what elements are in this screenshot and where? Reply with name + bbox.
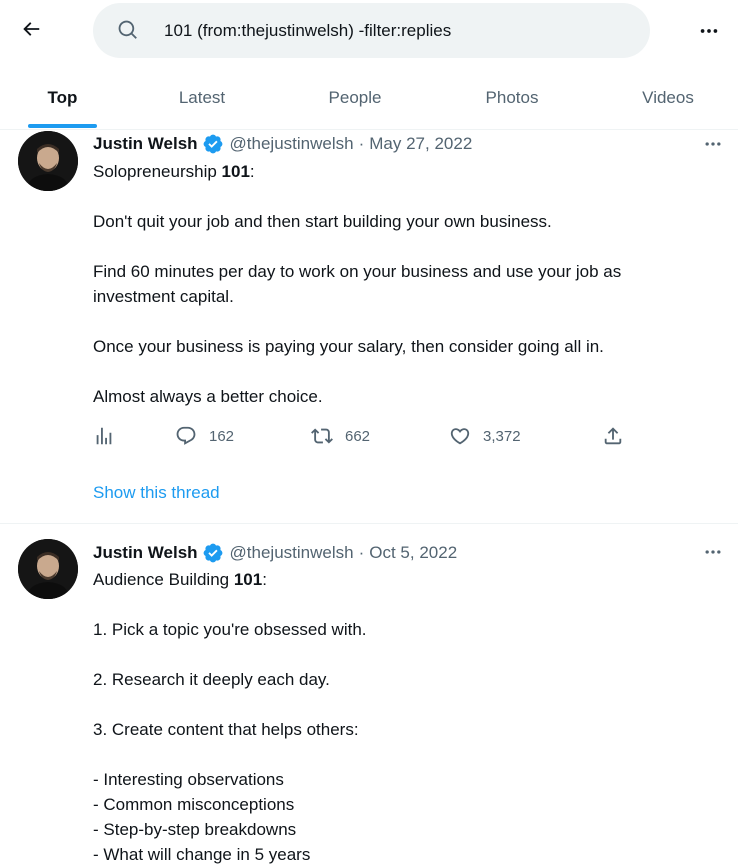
tweet-date[interactable]: May 27, 2022 [369,134,472,154]
bar-chart-icon [96,427,112,445]
tweet-header: Justin Welsh @thejustinwelsh · May 27, 2… [93,132,472,156]
tweet-paragraph: Don't quit your job and then start build… [93,212,552,231]
separator: · [358,134,365,153]
more-options-button[interactable] [692,14,726,48]
tweet-paragraph: 3. Create content that helps others: [93,720,359,739]
list-item: - What will change in 5 years [93,845,311,864]
author-handle[interactable]: @thejustinwelsh [230,134,354,154]
author-name[interactable]: Justin Welsh [93,134,198,154]
title-bold: 101 [233,570,263,589]
paragraph-line: Find 60 minutes per day to work on your … [93,262,622,281]
share-button[interactable] [602,423,624,449]
paragraph-line: investment capital. [93,287,234,306]
reply-count: 162 [209,427,235,445]
avatar-photo [18,131,78,191]
tab-label: Top [47,88,78,107]
tweet-paragraph: Almost always a better choice. [93,387,323,406]
reply-button[interactable]: 162 [175,423,234,449]
title-suffix: : [249,162,255,181]
avatar[interactable] [18,539,78,599]
title-bold: 101 [221,162,250,181]
title-text: Audience Building [93,570,234,589]
tab-latest[interactable]: Latest [152,62,252,130]
search-icon [118,20,137,39]
more-horizontal-icon [705,142,721,146]
more-horizontal-icon [700,29,718,33]
views-button[interactable] [93,423,115,449]
tab-label: Videos [642,88,694,107]
tab-label: Latest [178,88,226,107]
list-item: - Interesting observations [93,770,284,789]
separator: · [358,543,365,562]
tweet-text: Solopreneurship 101: Don't quit your job… [93,159,703,409]
avatar-photo [18,539,78,599]
tweet-paragraph: Find 60 minutes per day to work on your … [93,259,703,309]
tweet-header: Justin Welsh @thejustinwelsh · Oct 5, 20… [93,541,457,565]
tweet-list: - Interesting observations - Common misc… [93,767,703,865]
tweet-more-button[interactable] [698,542,728,562]
author-name[interactable]: Justin Welsh [93,543,198,563]
retweet-button[interactable]: 662 [311,423,370,449]
tweet-date[interactable]: Oct 5, 2022 [369,543,457,563]
title-suffix: : [262,570,267,589]
tweet-paragraph: 2. Research it deeply each day. [93,670,330,689]
tab-top[interactable]: Top [28,62,97,130]
reply-icon [176,426,196,445]
tweet[interactable]: Justin Welsh @thejustinwelsh · Oct 5, 20… [0,525,738,865]
share-icon [604,427,622,445]
tweet-more-button[interactable] [698,134,728,154]
list-item: - Common misconceptions [93,795,295,814]
tab-videos[interactable]: Videos [618,62,718,130]
search-tabs: Top Latest People Photos Videos [0,62,738,130]
tab-photos[interactable]: Photos [462,62,562,130]
active-tab-indicator [28,124,97,128]
tweet-paragraph: 1. Pick a topic you're obsessed with. [93,620,367,639]
tweet-text: Audience Building 101: 1. Pick a topic y… [93,567,703,865]
avatar[interactable] [18,131,78,191]
search-input[interactable]: 101 (from:thejustinwelsh) -filter:replie… [93,3,650,58]
tweet-title: Solopreneurship 101: [93,159,703,184]
tweet-title: Audience Building 101: [93,567,703,592]
show-thread-link[interactable]: Show this thread [93,483,220,503]
like-button[interactable]: 3,372 [449,423,521,449]
tab-label: Photos [485,88,539,107]
more-horizontal-icon [705,550,721,554]
top-bar: 101 (from:thejustinwelsh) -filter:replie… [0,0,738,62]
retweet-icon [311,428,333,444]
tab-people[interactable]: People [305,62,405,130]
back-button[interactable] [14,12,48,46]
tweet-actions: 162 662 3,372 [93,423,633,449]
verified-badge-icon [203,134,222,154]
verified-badge-icon [203,543,222,563]
title-text: Solopreneurship [93,162,222,181]
arrow-left-icon [23,22,40,36]
list-item: - Step-by-step breakdowns [93,820,297,839]
heart-icon [450,428,470,445]
retweet-count: 662 [345,427,371,445]
tweet-paragraph: Once your business is paying your salary… [93,337,604,356]
tab-label: People [328,88,382,107]
like-count: 3,372 [483,427,521,445]
tweet[interactable]: Justin Welsh @thejustinwelsh · May 27, 2… [0,130,738,524]
author-handle[interactable]: @thejustinwelsh [230,543,354,563]
search-query[interactable]: 101 (from:thejustinwelsh) -filter:replie… [164,21,451,41]
